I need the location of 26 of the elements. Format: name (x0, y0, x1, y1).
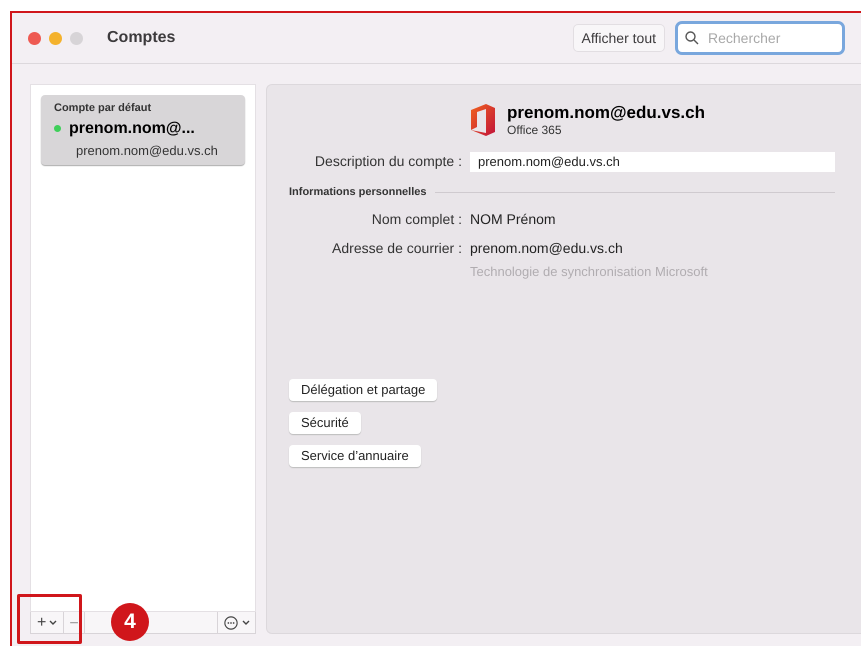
field-label: Nom complet : (370, 210, 463, 229)
search-field[interactable]: Rechercher (675, 21, 845, 55)
field-label: Description du compte : (314, 152, 463, 171)
office-logo-icon (469, 103, 498, 137)
account-name: prenom.nom@... (69, 118, 195, 138)
add-button[interactable]: + (31, 612, 64, 633)
caret-icon (49, 620, 58, 626)
field-note: Technologie de synchronisation Microsoft (470, 262, 709, 281)
field-label: Adresse de courrier : (331, 238, 463, 258)
field-value: prenom.nom@edu.vs.ch (470, 238, 623, 258)
account-item[interactable]: Compte par défaut prenom.nom@... prenom.nom@edu.vs.ch (41, 95, 245, 165)
action-button[interactable]: Délégation et partage (289, 379, 438, 401)
account-title: prenom.nom@edu.vs.ch (507, 103, 705, 123)
window-title: Comptes (107, 28, 176, 48)
description-field[interactable]: prenom.nom@edu.vs.ch (470, 152, 835, 172)
section-heading: Informations personnelles (289, 185, 427, 200)
field-value: NOM Prénom (470, 210, 556, 228)
action-button[interactable]: Service d’annuaire (289, 445, 421, 467)
more-icon (223, 616, 239, 630)
account-email: prenom.nom@edu.vs.ch (75, 142, 219, 160)
caret-icon (242, 620, 250, 626)
account-heading: Compte par défaut (54, 101, 152, 116)
search-icon (685, 31, 699, 45)
show-all-button[interactable]: Afficher tout (572, 24, 665, 52)
action-button[interactable]: Sécurité (289, 412, 361, 434)
account-type: Office 365 (507, 123, 562, 137)
